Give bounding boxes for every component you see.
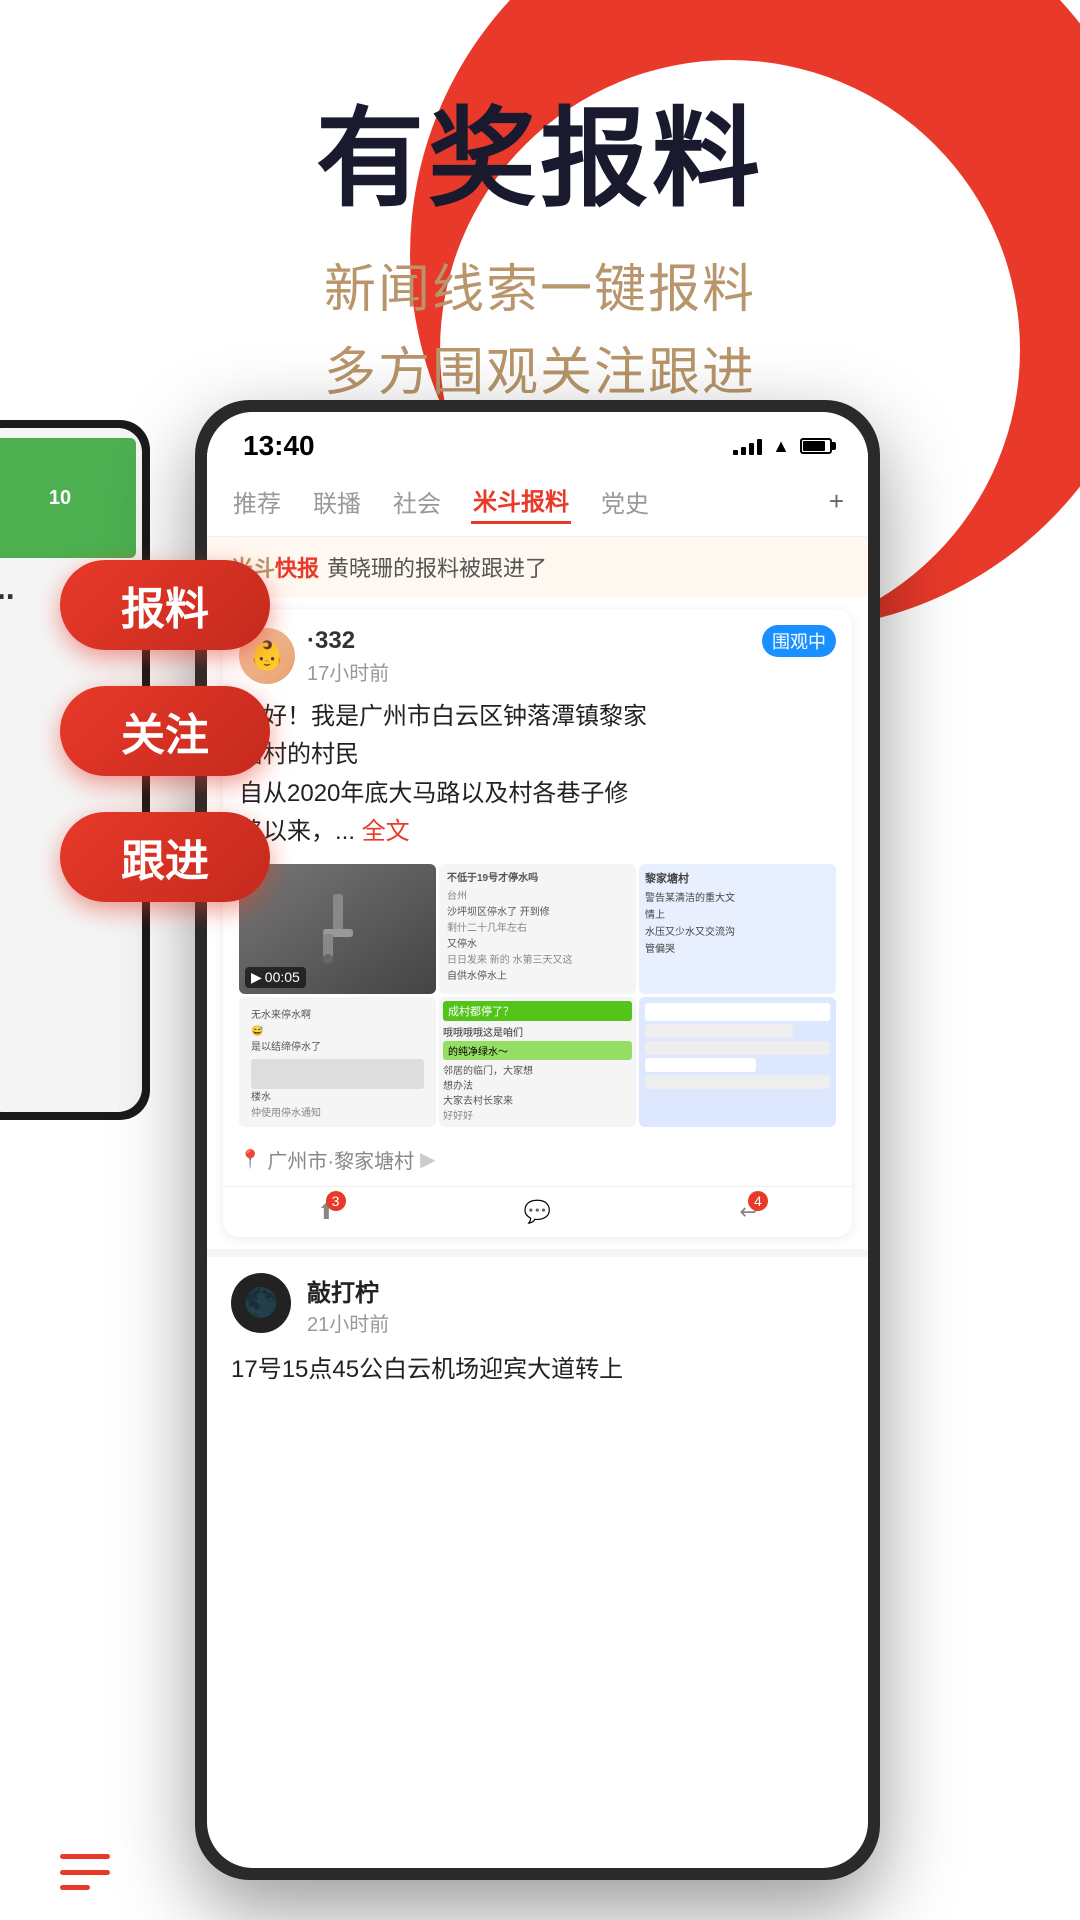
main-phone-screen: 13:40 ▲ 推荐 联播 社会 米斗报料 党史 + xyxy=(207,412,868,1868)
bottom-nav[interactable] xyxy=(60,1854,110,1890)
share-count: 3 xyxy=(326,1191,346,1211)
second-post-content: 17号15点45公白云机场迎宾大道转上 xyxy=(207,1345,868,1405)
hamburger-line-2 xyxy=(60,1870,110,1875)
hamburger-line-3 xyxy=(60,1885,90,1890)
status-icons: ▲ xyxy=(733,436,832,457)
forward-button[interactable]: ↩ 4 xyxy=(739,1199,757,1225)
second-post: 🌑 敲打柠 21小时前 xyxy=(207,1249,868,1345)
img-cell-5: 成村都停了？ 哦哦哦哦这是咱们 的纯净绿水～ 邻居的临门，大家想 想办法 大家去… xyxy=(439,997,636,1127)
comment-button[interactable]: 💬 xyxy=(524,1199,551,1225)
tag-guanzhong: 围观中 xyxy=(762,625,836,657)
img-cell-4: 无水来停水啊 😅 是以结缔停水了 楼水 仲使用停水通知 xyxy=(239,997,436,1127)
post-actions: ⬆ 3 💬 ↩ 4 xyxy=(223,1186,852,1237)
video-duration: 00:05 xyxy=(265,969,300,985)
signal-icon xyxy=(733,437,762,455)
second-post-time: 21小时前 xyxy=(307,1308,844,1337)
img-cell-3: 黎家塘村 警告某清洁的重大文 情上 水压又少水又交流沟 管偏哭 xyxy=(639,864,836,994)
status-time: 13:40 xyxy=(243,430,315,462)
header-area: 有奖报料 新闻线索一键报料 多方围观关注跟进 xyxy=(0,100,1080,415)
status-bar: 13:40 ▲ xyxy=(207,412,868,470)
tab-shehui[interactable]: 社会 xyxy=(391,480,443,523)
tab-midubiaoliao[interactable]: 米斗报料 xyxy=(471,478,571,524)
post-meta: ·332 围观中 17小时前 xyxy=(307,625,836,686)
share-button[interactable]: ⬆ 3 xyxy=(317,1199,335,1225)
hamburger-icon xyxy=(60,1854,110,1890)
pipe-icon xyxy=(313,894,363,964)
main-phone: 13:40 ▲ 推荐 联播 社会 米斗报料 党史 + xyxy=(195,400,880,1880)
fab-container: 报料 关注 跟进 xyxy=(60,560,270,902)
video-play-button[interactable]: ▶ 00:05 xyxy=(245,967,306,988)
alert-brand-kuaibao: 快报 xyxy=(275,551,319,583)
tab-tuijian[interactable]: 推荐 xyxy=(231,480,283,523)
location-text: 广州市·黎家塘村 xyxy=(267,1145,414,1174)
post-time: 17小时前 xyxy=(307,657,836,686)
tab-lianbo[interactable]: 联播 xyxy=(311,480,363,523)
location-pin-icon: 📍 xyxy=(239,1149,261,1170)
post-header: 👶 ·332 围观中 17小时前 xyxy=(223,609,852,694)
hamburger-line-1 xyxy=(60,1854,110,1859)
tab-dangshi[interactable]: 党史 xyxy=(599,480,651,523)
second-post-username: 敲打柠 xyxy=(307,1273,844,1308)
post-card: 👶 ·332 围观中 17小时前 您好！我是广州市白云区钟落潭镇黎家 塘村的村民… xyxy=(223,609,852,1237)
second-post-meta: 敲打柠 21小时前 xyxy=(307,1273,844,1337)
post-content: 您好！我是广州市白云区钟落潭镇黎家 塘村的村民 自从2020年底大马路以及村各巷… xyxy=(223,694,852,864)
comment-icon: 💬 xyxy=(524,1199,551,1225)
forward-count: 4 xyxy=(748,1191,768,1211)
fab-genjin-button[interactable]: 跟进 xyxy=(60,812,270,902)
image-grid: ▶ 00:05 不低于19号才停水吗 台州 沙坪坝区停水了 开到修 剩什二十几年… xyxy=(239,864,836,1127)
page-subtitle: 新闻线索一键报料 多方围观关注跟进 xyxy=(0,249,1080,415)
nav-tabs: 推荐 联播 社会 米斗报料 党史 + xyxy=(207,470,868,537)
post-location: 📍 广州市·黎家塘村 ▶ xyxy=(223,1139,852,1186)
img-cell-2: 不低于19号才停水吗 台州 沙坪坝区停水了 开到修 剩什二十几年左右 又停水 日… xyxy=(439,864,636,994)
post-more-link[interactable]: 全文 xyxy=(362,818,410,845)
lp-green-block: 10 xyxy=(0,438,136,558)
fab-guanzhu-button[interactable]: 关注 xyxy=(60,686,270,776)
fab-baoliao-button[interactable]: 报料 xyxy=(60,560,270,650)
battery-icon xyxy=(800,438,832,454)
nav-plus-button[interactable]: + xyxy=(829,486,844,517)
page-title: 有奖报料 xyxy=(0,100,1080,219)
img-cell-6 xyxy=(639,997,836,1127)
alert-text: 黄晓珊的报料被跟进了 xyxy=(327,551,547,583)
alert-banner: 米斗快报 黄晓珊的报料被跟进了 xyxy=(207,537,868,597)
subtitle-line1: 新闻线索一键报料 xyxy=(0,249,1080,332)
second-avatar: 🌑 xyxy=(231,1273,291,1333)
post-likes: ·332 xyxy=(307,627,355,655)
wifi-icon: ▲ xyxy=(772,436,790,457)
